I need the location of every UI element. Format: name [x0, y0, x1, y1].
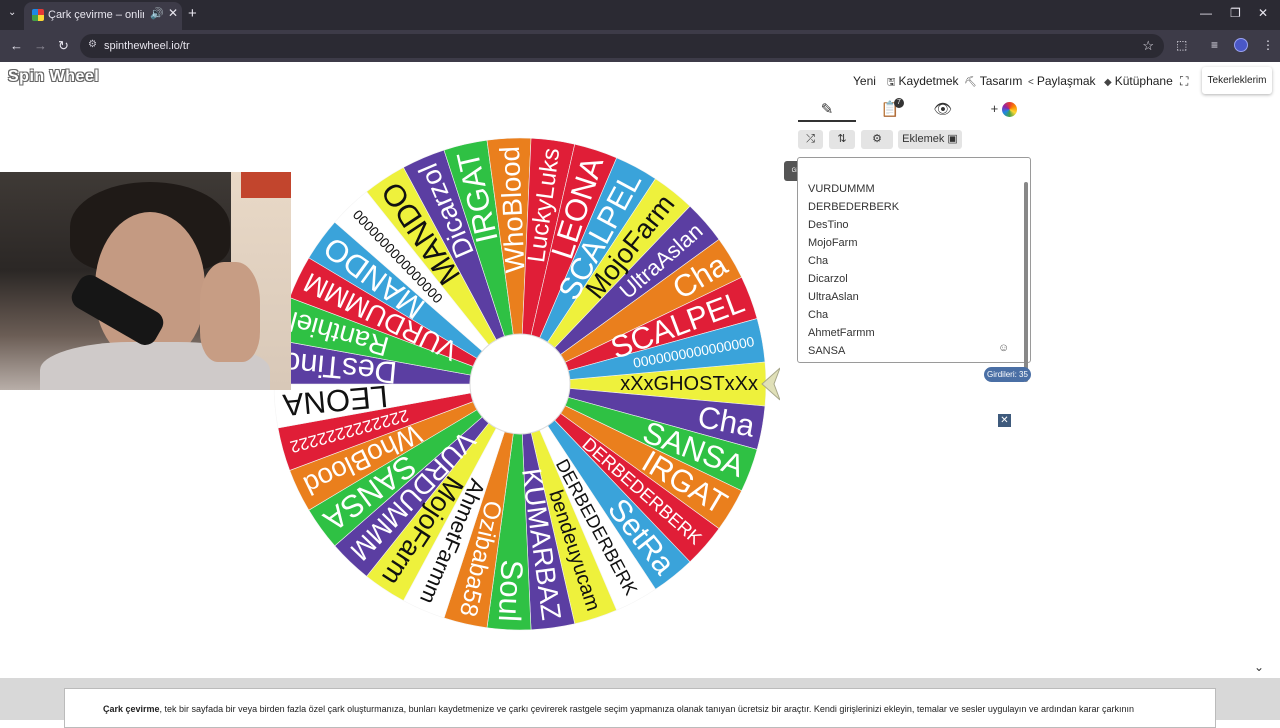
minimize-icon[interactable]: —	[1200, 6, 1212, 20]
list-item: SANSA	[808, 345, 846, 357]
plus-icon: +	[990, 101, 999, 116]
results-count-badge: 7	[894, 98, 904, 108]
tab-edit[interactable]: ✎	[798, 100, 856, 122]
add-label: Eklemek	[902, 133, 945, 145]
fullscreen-icon[interactable]: ⛶	[1180, 74, 1188, 89]
pencil-icon: ✎	[820, 101, 834, 118]
sort-button[interactable]: ⇅	[829, 130, 855, 149]
list-item: DesTino	[808, 219, 849, 231]
browser-menu-icon[interactable]: ⋮	[1262, 38, 1274, 52]
paint-roller-icon: ⛏	[964, 77, 977, 88]
menu-new[interactable]: Yeni	[853, 74, 876, 88]
tab-hide[interactable]: 👁	[928, 100, 958, 122]
browser-tab-strip: ⌄ Çark çevirme – online karar 🔊 ✕ + — ❐ …	[0, 0, 1280, 30]
menu-design-label: Tasarım	[979, 74, 1023, 88]
tab-add-wheel[interactable]: +	[984, 100, 1024, 122]
list-item: Dicarzol	[808, 273, 848, 285]
webcam-hand	[200, 262, 260, 362]
forward-icon[interactable]: →	[34, 38, 47, 53]
color-wheel-icon	[1002, 101, 1018, 117]
audio-playing-icon[interactable]: 🔊	[150, 7, 164, 20]
entries-textarea[interactable]: VURDUMMM DERBEDERBERK DesTino MojoFarm C…	[797, 157, 1031, 382]
menu-library[interactable]: ◆ Kütüphane	[1104, 74, 1173, 88]
browser-tab[interactable]: Çark çevirme – online karar 🔊 ✕	[24, 2, 182, 30]
sort-icon: ⇅	[837, 133, 847, 145]
chevron-down-icon[interactable]: ⌄	[1254, 660, 1264, 674]
description-card: Çark çevirme, tek bir sayfada bir veya b…	[64, 688, 1216, 728]
entries-scrollbar[interactable]	[1024, 182, 1028, 382]
list-item: Cha	[808, 255, 829, 267]
description-text: Çark çevirme, tek bir sayfada bir veya b…	[103, 704, 1203, 714]
settings-button[interactable]: ⚙	[861, 130, 893, 149]
spin-wheel[interactable]: xXxGHOSTxXxChaSANSAIRGATDERBEDERBERKSetR…	[260, 104, 780, 664]
menu-save[interactable]: 🖫 Kaydetmek	[887, 74, 959, 92]
close-icon[interactable]: ✕	[998, 414, 1011, 427]
menu-library-label: Kütüphane	[1114, 74, 1173, 88]
add-image-button[interactable]: Eklemek ▣	[898, 130, 962, 149]
extensions-icon[interactable]: ⬚	[1176, 38, 1187, 52]
list-item: VURDUMMM	[808, 183, 875, 195]
save-icon: 🖫	[887, 77, 896, 88]
menu-share[interactable]: < Paylaşmak	[1028, 74, 1096, 88]
tab-title: Çark çevirme – online karar	[48, 9, 144, 21]
bookmark-star-icon[interactable]: ☆	[1142, 38, 1154, 54]
menu-share-label: Paylaşmak	[1036, 74, 1096, 88]
wheel-segment-label: Soul	[492, 559, 530, 623]
description-body: , tek bir sayfada bir veya birden fazla …	[159, 704, 1134, 714]
emoji-picker-icon[interactable]: ☺	[998, 342, 1009, 354]
gear-icon: ⚙	[872, 133, 882, 145]
address-bar[interactable]: ⚙ spinthewheel.io/tr ☆	[80, 34, 1164, 58]
menu-save-label: Kaydetmek	[898, 74, 959, 88]
restore-icon[interactable]: ❐	[1230, 6, 1241, 20]
close-window-icon[interactable]: ✕	[1258, 6, 1268, 20]
browser-toolbar: ← → ↻ ⚙ spinthewheel.io/tr ☆ ⬚ ≡ ⋮	[0, 30, 1280, 62]
new-tab-button[interactable]: +	[188, 5, 197, 22]
list-item: UltraAslan	[808, 291, 859, 303]
wheel-segment-label: xXxGHOSTxXx	[620, 373, 758, 395]
list-item: Cha	[808, 309, 829, 321]
description-bold: Çark çevirme	[103, 704, 160, 714]
app-logo[interactable]: Spin Wheel	[8, 68, 99, 86]
share-icon: <	[1028, 77, 1034, 88]
url-text: spinthewheel.io/tr	[104, 40, 190, 52]
eye-slash-icon: 👁	[933, 101, 953, 118]
tab-results[interactable]: 📋 7	[870, 98, 910, 122]
site-favicon-icon	[32, 9, 44, 21]
shuffle-icon: ⤮	[806, 133, 815, 145]
webcam-flag	[241, 172, 291, 198]
back-icon[interactable]: ←	[10, 38, 23, 53]
media-controls-icon[interactable]: ≡	[1211, 38, 1218, 52]
layers-icon: ◆	[1104, 77, 1112, 88]
close-tab-icon[interactable]: ✕	[168, 6, 178, 20]
shuffle-button[interactable]: ⤮	[798, 130, 823, 149]
my-wheels-button[interactable]: Tekerleklerim	[1202, 67, 1272, 94]
list-item: DERBEDERBERK	[808, 201, 900, 213]
tab-search-icon[interactable]: ⌄	[8, 7, 16, 18]
image-icon: ▣	[947, 133, 958, 145]
page-footer: Çark çevirme, tek bir sayfada bir veya b…	[0, 678, 1280, 728]
entries-count-badge: Girdileri: 35	[984, 367, 1031, 382]
list-item: MojoFarm	[808, 237, 858, 249]
profile-avatar[interactable]	[1234, 38, 1248, 52]
reload-icon[interactable]: ↻	[58, 38, 69, 54]
menu-new-label: Yeni	[853, 74, 876, 88]
wheel-center-hub[interactable]	[469, 333, 571, 435]
webcam-overlay	[0, 172, 291, 390]
list-item: AhmetFarmm	[808, 327, 875, 339]
menu-design[interactable]: ⛏ Tasarım	[964, 74, 1022, 88]
site-info-icon[interactable]: ⚙	[88, 39, 97, 50]
